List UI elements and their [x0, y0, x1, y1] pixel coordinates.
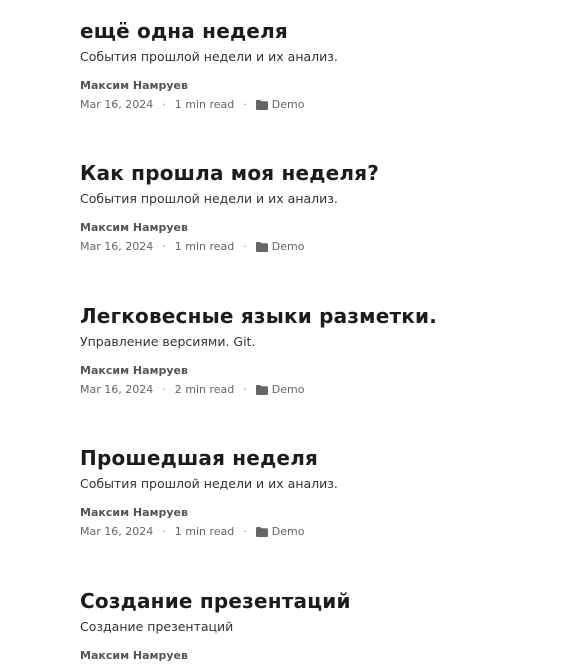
post-item: Прошедшая неделя События прошлой недели …: [80, 445, 560, 539]
post-author: Максим Намруев: [80, 649, 188, 662]
post-category-link[interactable]: Demo: [272, 98, 305, 112]
meta-separator: ·: [162, 383, 166, 396]
post-summary: Создание презентаций: [80, 619, 234, 634]
post-reading-time: 1 min read: [174, 240, 235, 253]
post-title[interactable]: Как прошла моя неделя?: [80, 160, 560, 186]
post-title[interactable]: Легковесные языки разметки.: [80, 303, 560, 329]
post-author: Максим Намруев: [80, 79, 188, 92]
post-reading-time: 1 min read: [174, 525, 235, 538]
post-date: Mar 16, 2024: [80, 240, 154, 253]
post-title[interactable]: ещё одна неделя: [80, 18, 560, 44]
post-item: Создание презентаций Создание презентаци…: [80, 588, 560, 663]
post-author: Максим Намруев: [80, 221, 188, 234]
post-item: ещё одна неделя События прошлой недели и…: [80, 18, 560, 112]
meta-separator: ·: [243, 98, 247, 111]
folder-icon: [255, 527, 268, 537]
post-date: Mar 16, 2024: [80, 525, 154, 538]
post-title[interactable]: Создание презентаций: [80, 588, 560, 614]
post-summary: События прошлой недели и их анализ.: [80, 49, 338, 64]
post-meta: Mar 16, 2024 · 1 min read · Demo: [80, 525, 560, 539]
post-author: Максим Намруев: [80, 364, 188, 377]
folder-icon: [255, 385, 268, 395]
post-reading-time: 2 min read: [174, 383, 235, 396]
post-summary: События прошлой недели и их анализ.: [80, 476, 338, 491]
post-date: Mar 16, 2024: [80, 98, 154, 111]
meta-separator: ·: [162, 98, 166, 111]
meta-separator: ·: [162, 525, 166, 538]
post-item: Как прошла моя неделя? События прошлой н…: [80, 160, 560, 254]
folder-icon: [255, 100, 268, 110]
meta-separator: ·: [162, 240, 166, 253]
post-summary: События прошлой недели и их анализ.: [80, 191, 338, 206]
post-date: Mar 16, 2024: [80, 383, 154, 396]
post-meta: Mar 16, 2024 · 1 min read · Demo: [80, 240, 560, 254]
post-reading-time: 1 min read: [174, 98, 235, 111]
post-meta: Mar 16, 2024 · 1 min read · Demo: [80, 98, 560, 112]
post-summary: Управление версиями. Git.: [80, 334, 256, 349]
post-author: Максим Намруев: [80, 506, 188, 519]
meta-separator: ·: [243, 383, 247, 396]
meta-separator: ·: [243, 240, 247, 253]
post-meta: Mar 16, 2024 · 2 min read · Demo: [80, 383, 560, 397]
folder-icon: [255, 242, 268, 252]
post-title[interactable]: Прошедшая неделя: [80, 445, 560, 471]
post-category-link[interactable]: Demo: [272, 525, 305, 539]
post-category-link[interactable]: Demo: [272, 383, 305, 397]
post-feed: ещё одна неделя События прошлой недели и…: [0, 0, 585, 664]
post-item: Легковесные языки разметки. Управление в…: [80, 303, 560, 397]
meta-separator: ·: [243, 525, 247, 538]
post-category-link[interactable]: Demo: [272, 240, 305, 254]
